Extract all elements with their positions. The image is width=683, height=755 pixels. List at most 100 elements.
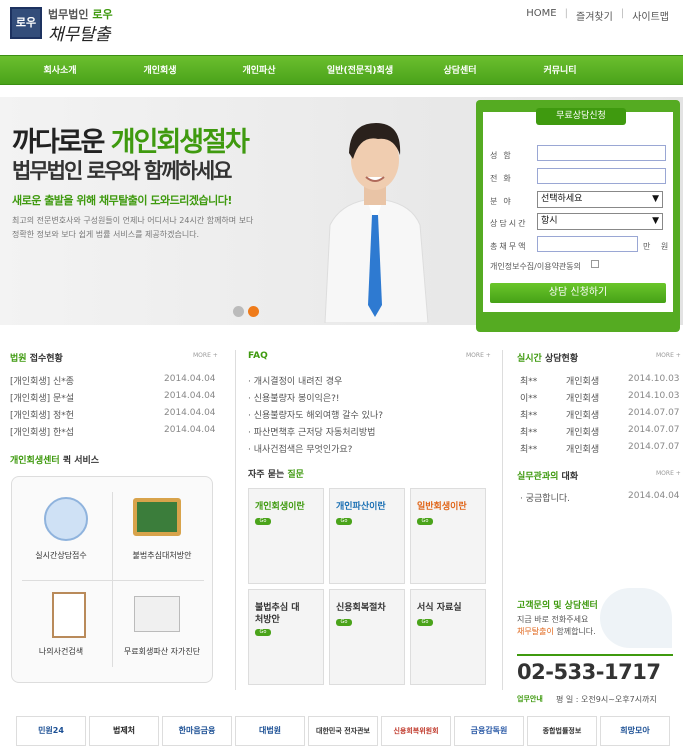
chalkboard-icon [133,498,181,536]
list-item[interactable]: [개인회생] 한*섭 [10,425,74,438]
name-label: 성함 [490,151,517,160]
hours-text: 평 일 : 오전9시~오후7시까지 [556,695,657,704]
top-nav: HOME | 즐겨찾기 | 사이트맵 [526,8,669,23]
list-item[interactable]: · 개시결정이 내려진 경우 [248,374,342,387]
list-item-type: 개인회생 [566,394,600,404]
divider [517,654,673,656]
consult-form-title: 무료상담신청 [536,108,626,125]
faq-tile-illegal-collection[interactable]: 불법추심 대처방안 Go [248,589,324,685]
hero-description: 최고의 전문변호사와 구성원들이 언제나 어디서나 24시간 함께하며 보다 정… [12,216,254,239]
partner-banners: 민원24 법제처 한마음금융 대법원 대한민국 전자관보 신용회복위원회 금융감… [16,716,672,746]
nav-item-general-rehab[interactable]: 일반(전문직)회생 [305,56,415,86]
debt-label: 총채무액 [490,242,528,251]
list-item-date: 2014.07.07 [628,408,680,418]
debt-input[interactable] [537,236,638,252]
banner-fss[interactable]: 금융감독원 [454,716,524,746]
debt-unit: 만 원 [643,242,673,251]
quick-item-illegal-collection[interactable]: 불법추심대처방안 [112,550,212,561]
contact-title: 고객문의 및 상담센터 [517,601,598,611]
list-item[interactable]: 최** [520,442,537,455]
contact-line1: 지금 바로 전화주세요 [517,615,589,624]
phone-label: 전화 [490,174,517,183]
quick-item-realtime[interactable]: 실시간상담접수 [11,550,111,561]
faq-tile-personal-rehab[interactable]: 개인회생이란 Go [248,488,324,584]
quick-service-title: 개인회생센터 퀵 서비스 [10,456,100,466]
main-nav: 회사소개 개인회생 개인파산 일반(전문직)회생 상담센터 커뮤니티 [0,55,683,85]
logo[interactable]: 로우 [10,7,42,39]
list-item[interactable]: [개인회생] 문*설 [10,391,74,404]
list-item[interactable]: · 궁금합니다. [520,491,570,504]
list-item[interactable]: [개인회생] 정*헌 [10,408,74,421]
list-item[interactable]: 이** [520,391,537,404]
quick-item-self-diagnosis[interactable]: 무료회생파산 자가진단 [112,646,212,657]
faq-tile-credit-recovery[interactable]: 신용회복절차 Go [329,589,405,685]
agree-checkbox[interactable] [591,260,599,268]
banner-minwon24[interactable]: 민원24 [16,716,86,746]
nav-item-bankruptcy[interactable]: 개인파산 [204,56,314,86]
nav-item-community[interactable]: 커뮤니티 [505,56,615,86]
slider-dot-1[interactable] [233,306,244,317]
agree-label: 개인정보수집/이용약관동의 [490,262,582,271]
nav-item-company[interactable]: 회사소개 [5,56,115,86]
banner-hope[interactable]: 희망모아 [600,716,670,746]
list-item-date: 2014.07.07 [628,442,680,452]
realtime-status-title: 실시간 상담현황 [517,354,579,364]
nav-item-consult[interactable]: 상담센터 [405,56,515,86]
top-nav-home[interactable]: HOME [526,8,556,23]
slider-dot-2[interactable] [248,306,259,317]
chat-more-link[interactable]: MORE + [656,470,681,477]
faq-more-link[interactable]: MORE + [466,352,491,359]
banner-court[interactable]: 대법원 [235,716,305,746]
list-item-date: 2014.04.04 [164,391,216,401]
list-item-date: 2014.10.03 [628,374,680,384]
court-more-link[interactable]: MORE + [193,352,218,359]
list-item-type: 개인회생 [566,411,600,421]
chevron-down-icon: ▼ [652,194,659,204]
top-nav-bookmark[interactable]: 즐겨찾기 [576,8,613,23]
lawyer-photo [324,123,429,323]
hero-tagline: 새로운 출발을 위해 채무탈출이 도와드리겠습니다! [12,194,232,207]
quick-item-case-search[interactable]: 나의사건검색 [11,646,111,657]
list-item[interactable]: · 파산면책후 근저당 자동처리방법 [248,425,375,438]
contact-line2: 채무탈출이 함께합니다. [517,627,596,636]
contact-phone: 02-533-1717 [517,660,661,684]
phone-input[interactable] [537,168,666,184]
faq-tile-bankruptcy[interactable]: 개인파산이란 Go [329,488,405,584]
banner-moleg[interactable]: 법제처 [89,716,159,746]
faq-tile-forms[interactable]: 서식 자료실 Go [410,589,486,685]
nav-item-personal-rehab[interactable]: 개인회생 [105,56,215,86]
list-item-date: 2014.04.04 [164,425,216,435]
consult-form [483,112,673,312]
list-item[interactable]: 최** [520,374,537,387]
hero-headline: 까다로운 개인회생절차 [12,127,250,158]
list-item-type: 개인회생 [566,445,600,455]
list-item-date: 2014.04.04 [164,408,216,418]
faq-tile-general-rehab[interactable]: 일반회생이란 Go [410,488,486,584]
time-select[interactable]: 항시 ▼ [537,213,663,230]
list-item[interactable]: · 신용불량자도 해외여행 갈수 있나? [248,408,383,421]
court-status-title: 법원 접수현황 [10,354,63,364]
submit-button[interactable]: 상담 신청하기 [490,283,666,303]
divider [235,350,236,690]
list-item[interactable]: 최** [520,425,537,438]
banner-hanmaeum[interactable]: 한마음금융 [162,716,232,746]
time-label: 상담시간 [490,219,528,228]
list-item[interactable]: · 내사건접색은 무엇인가요? [248,442,352,455]
list-item[interactable]: 최** [520,408,537,421]
brand-name: 채무탈출 [48,25,111,45]
name-input[interactable] [537,145,666,161]
banner-gazette[interactable]: 대한민국 전자관보 [308,716,378,746]
hours-label: 업무안내 [517,695,543,703]
category-select[interactable]: 선택하세요 ▼ [537,191,663,208]
list-item[interactable]: · 신용불량자 봉이익은?! [248,391,340,404]
hero-subheadline: 법무법인 로우와 함께하세요 [12,159,232,183]
list-item[interactable]: [개인회생] 신*종 [10,374,74,387]
clock-pen-icon [44,497,88,541]
banner-law-info[interactable]: 종합법률정보 [527,716,597,746]
list-item-date: 2014.04.04 [164,374,216,384]
faq-title: FAQ [248,351,268,361]
realtime-more-link[interactable]: MORE + [656,352,681,359]
banner-ccrs[interactable]: 신용회복위원회 [381,716,451,746]
top-nav-sitemap[interactable]: 사이트맵 [632,8,669,23]
list-item-date: 2014.07.07 [628,425,680,435]
